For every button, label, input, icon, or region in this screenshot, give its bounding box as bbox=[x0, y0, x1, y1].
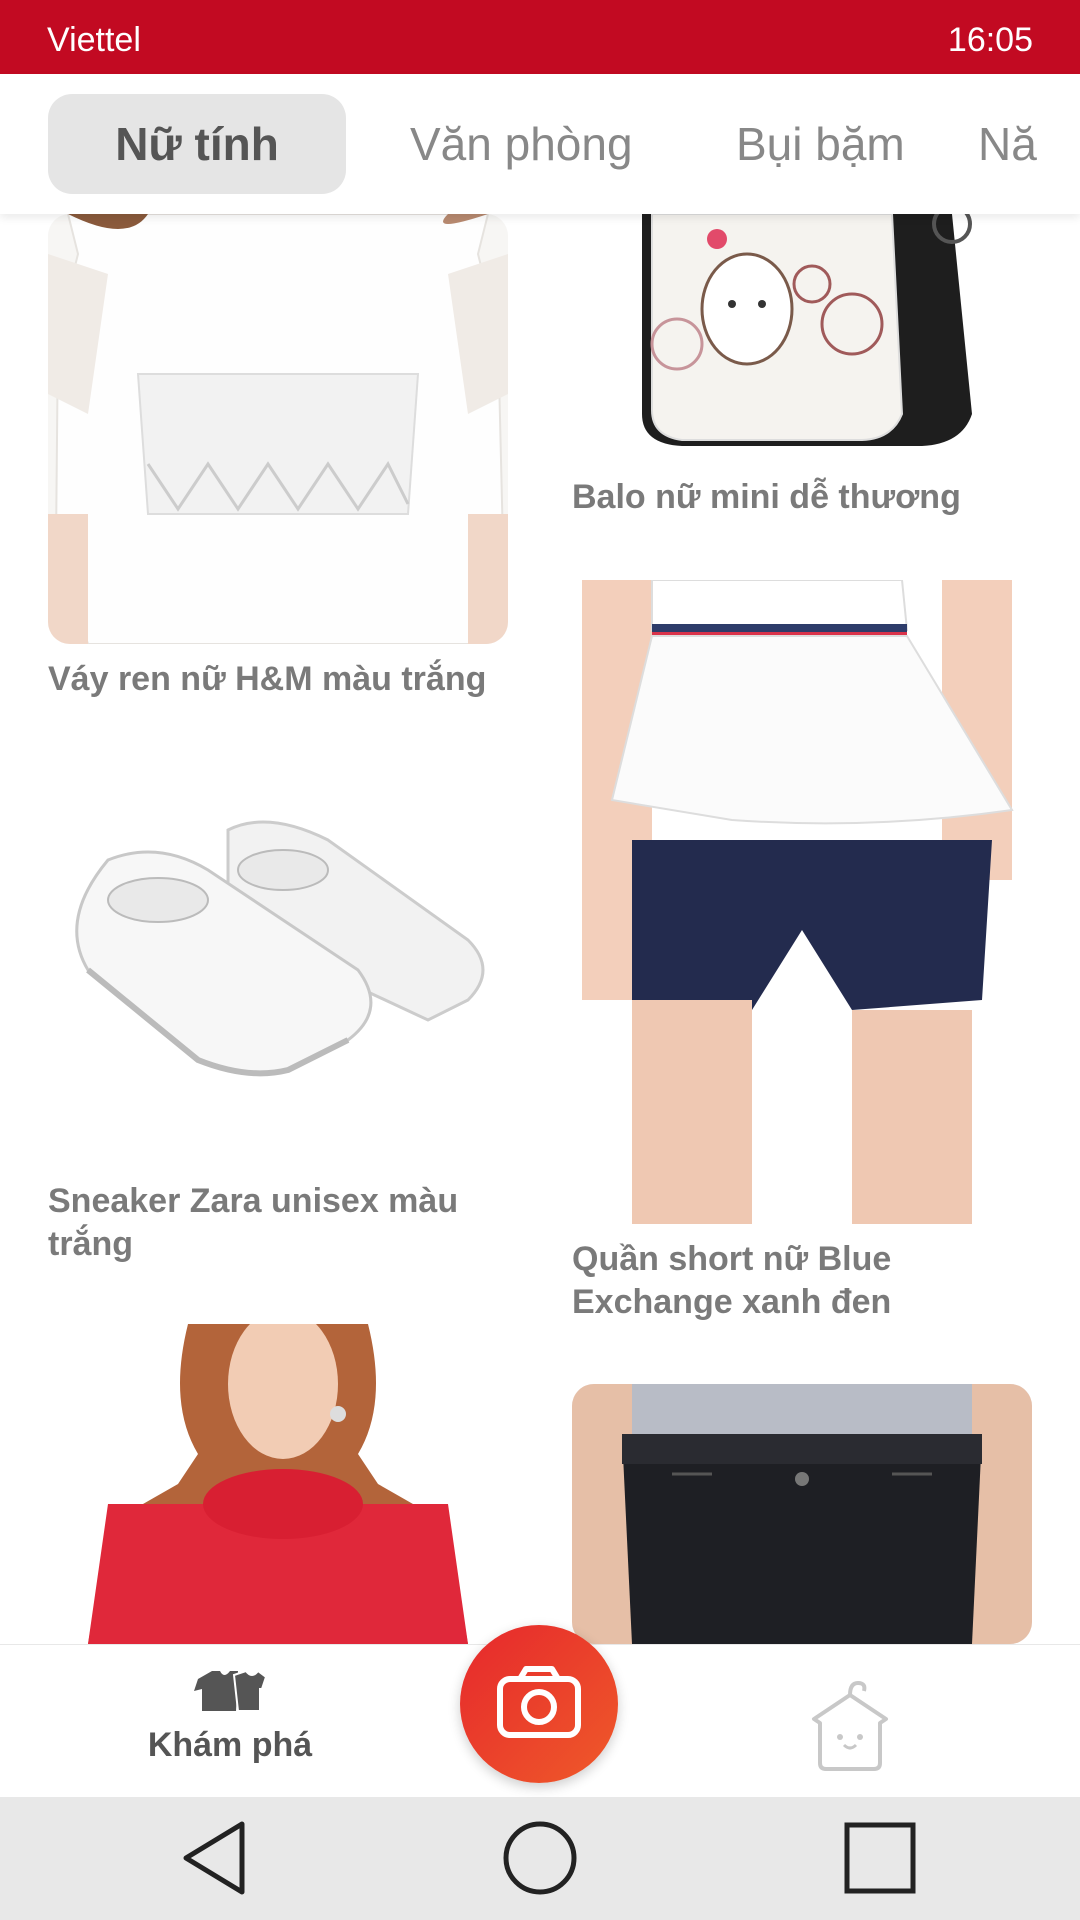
product-image-lace-dress[interactable] bbox=[48, 214, 508, 644]
product-image-navy-shorts[interactable] bbox=[572, 580, 1032, 1224]
product-title[interactable]: Váy ren nữ H&M màu trắng bbox=[48, 658, 518, 701]
tab-bui-bam[interactable]: Bụi bặm bbox=[736, 94, 905, 194]
carrier-name: Viettel bbox=[47, 21, 141, 59]
tab-partial[interactable]: Nă bbox=[978, 94, 1037, 194]
tab-van-phong[interactable]: Văn phòng bbox=[410, 94, 633, 194]
product-title[interactable]: Balo nữ mini dễ thương bbox=[572, 476, 1042, 519]
product-title[interactable]: Quần short nữ Blue Exchange xanh đen bbox=[572, 1238, 1042, 1324]
nav-explore-label: Khám phá bbox=[147, 1726, 313, 1764]
nav-wardrobe[interactable] bbox=[800, 1675, 900, 1775]
back-icon[interactable] bbox=[180, 1820, 250, 1896]
clothes-icon bbox=[194, 1669, 268, 1712]
nav-explore[interactable]: Khám phá bbox=[140, 1665, 320, 1765]
product-image-white-sneakers[interactable] bbox=[48, 770, 508, 1150]
product-image-red-sweater[interactable] bbox=[48, 1324, 508, 1644]
camera-button[interactable] bbox=[460, 1625, 618, 1783]
product-feed[interactable]: Váy ren nữ H&M màu trắng Balo nữ mini dễ… bbox=[0, 214, 1080, 1644]
tab-nu-tinh[interactable]: Nữ tính bbox=[48, 94, 346, 194]
bottom-navigation: Khám phá bbox=[0, 1625, 1080, 1797]
category-tabs: Nữ tính Văn phòng Bụi bặm Nă bbox=[0, 74, 1080, 214]
wardrobe-hanger-icon bbox=[812, 1680, 888, 1771]
recents-icon[interactable] bbox=[844, 1822, 916, 1894]
status-bar: Viettel 16:05 bbox=[0, 0, 1080, 74]
product-image-black-jeans[interactable] bbox=[572, 1384, 1032, 1644]
system-navigation-bar bbox=[0, 1796, 1080, 1920]
product-image-mini-backpack[interactable] bbox=[572, 214, 1032, 464]
clock: 16:05 bbox=[947, 21, 1033, 59]
home-icon[interactable] bbox=[502, 1820, 578, 1896]
camera-icon bbox=[497, 1666, 581, 1738]
product-title[interactable]: Sneaker Zara unisex màu trắng bbox=[48, 1180, 518, 1266]
